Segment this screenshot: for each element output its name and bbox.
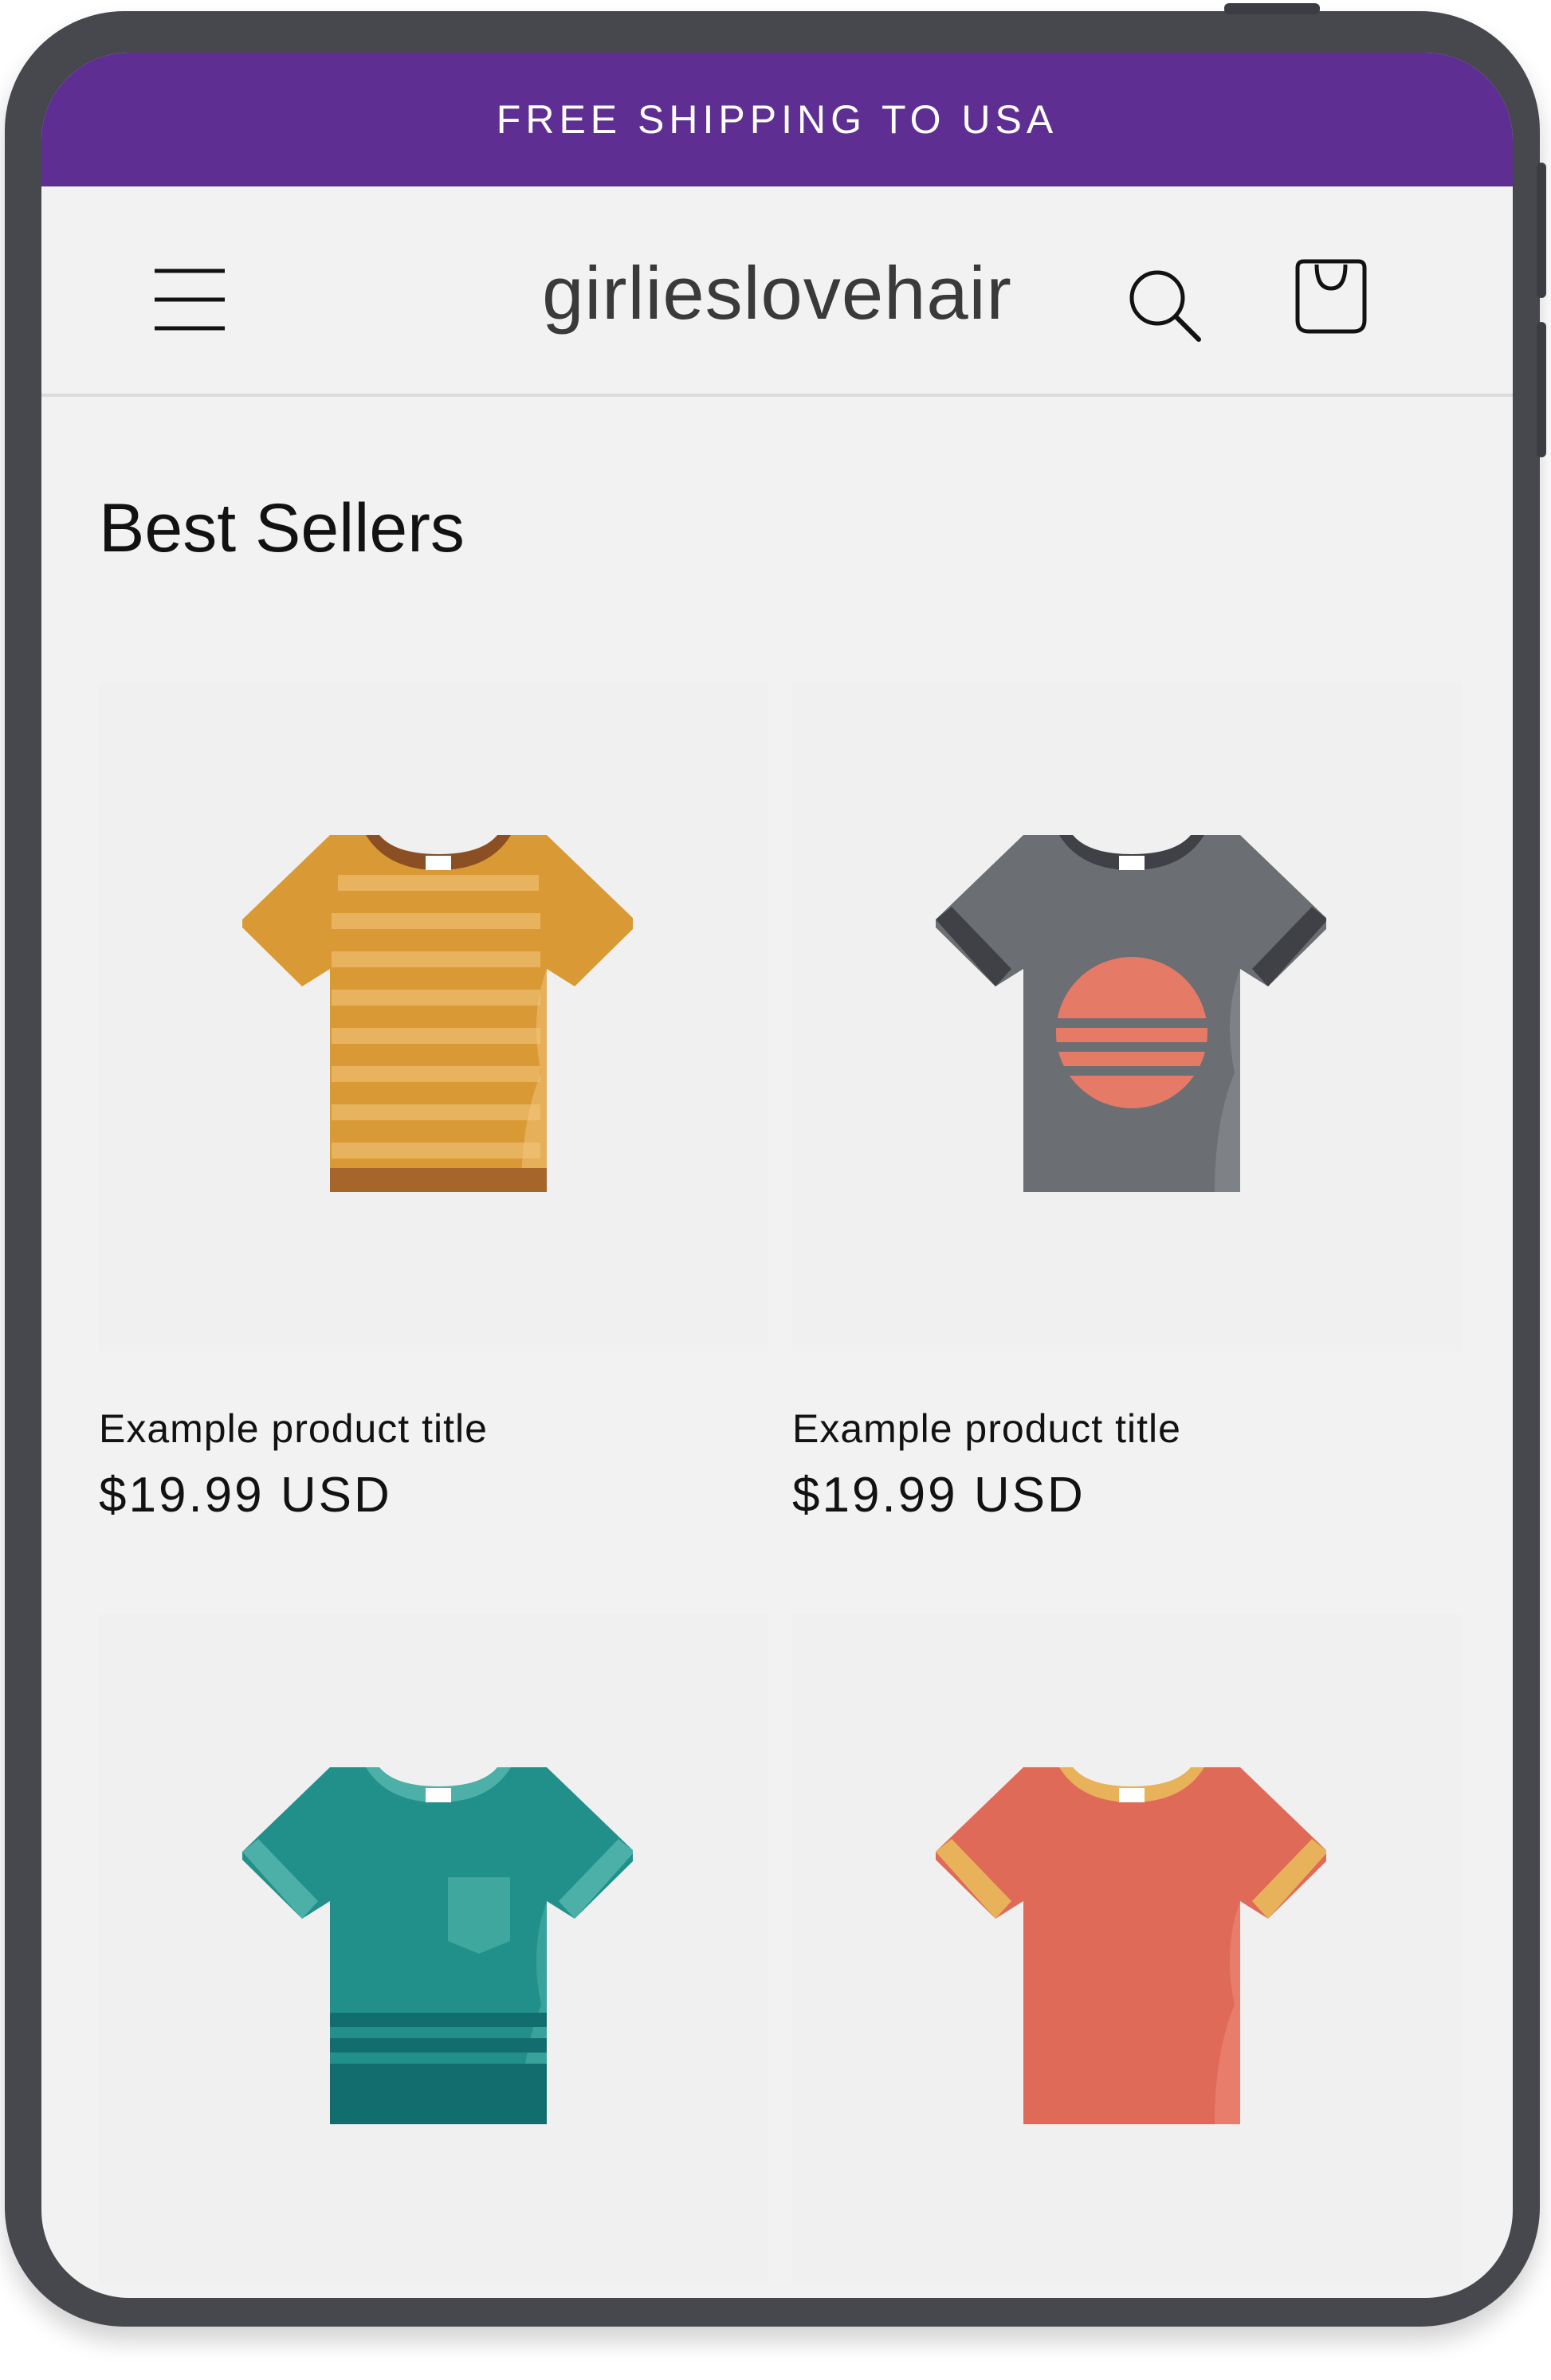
product-price: $19.99 USD: [99, 1468, 392, 1523]
product-image[interactable]: [792, 682, 1462, 1351]
product-price: $19.99 USD: [792, 1468, 1086, 1523]
product-title[interactable]: Example product title: [792, 1406, 1181, 1452]
search-icon[interactable]: [1125, 266, 1205, 346]
gray-sunset-tshirt-icon: [936, 835, 1326, 1192]
announcement-bar: FREE SHIPPING TO USA: [41, 53, 1513, 186]
section-title: Best Sellers: [99, 490, 465, 567]
cart-icon[interactable]: [1291, 257, 1371, 336]
coral-ringer-tshirt-icon: [936, 1767, 1326, 2124]
device-volume-down-button: [1537, 322, 1546, 457]
product-card[interactable]: [792, 1614, 1462, 2284]
announcement-text: FREE SHIPPING TO USA: [496, 97, 1058, 142]
striped-orange-tshirt-icon: [242, 835, 633, 1192]
product-card[interactable]: [99, 1614, 768, 2284]
screen: FREE SHIPPING TO USA girlieslovehair Bes…: [41, 53, 1513, 2298]
tablet-frame: FREE SHIPPING TO USA girlieslovehair Bes…: [5, 3, 1546, 2327]
product-title[interactable]: Example product title: [99, 1406, 488, 1452]
site-header: girlieslovehair: [41, 186, 1513, 397]
teal-pocket-tshirt-icon: [242, 1767, 633, 2124]
device-volume-up-button: [1537, 163, 1546, 298]
device-top-button: [1224, 3, 1320, 14]
product-image[interactable]: [99, 1614, 768, 2284]
product-card[interactable]: Example product title $19.99 USD: [99, 682, 768, 1523]
product-card[interactable]: Example product title $19.99 USD: [792, 682, 1462, 1523]
product-image[interactable]: [792, 1614, 1462, 2284]
product-image[interactable]: [99, 682, 768, 1351]
